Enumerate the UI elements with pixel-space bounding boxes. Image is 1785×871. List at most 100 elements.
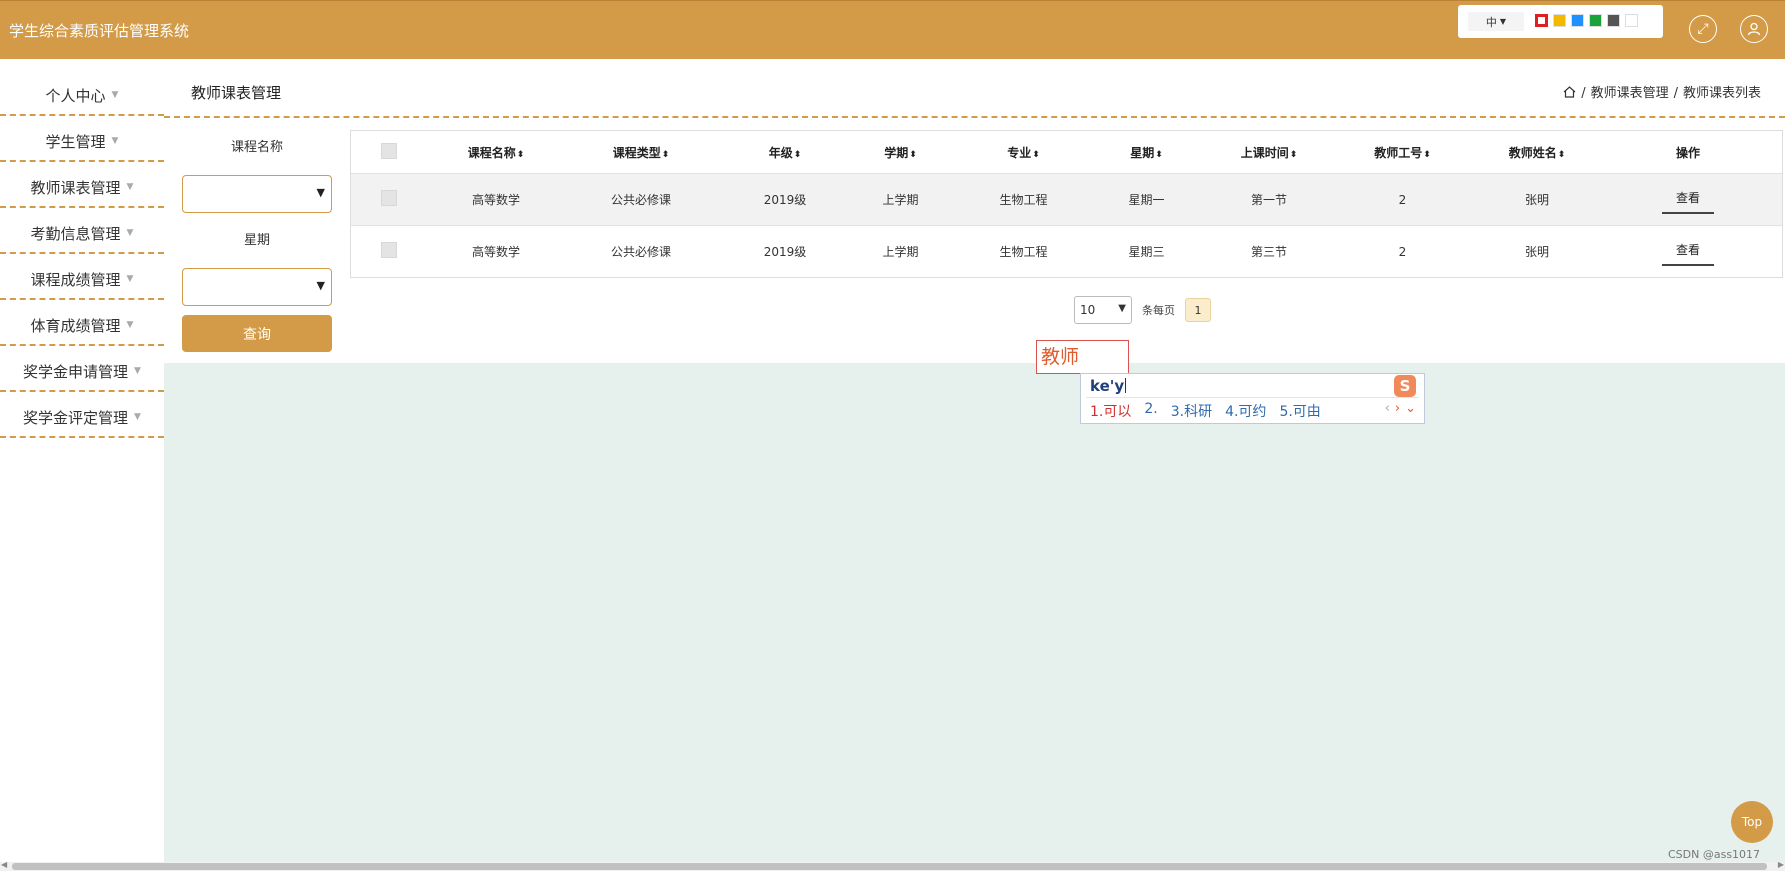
scrollbar-thumb[interactable] [12, 863, 1767, 870]
ime-candidate[interactable]: 1.可以 [1090, 401, 1131, 421]
scroll-left-icon[interactable]: ◀ [1, 860, 7, 869]
content-background [164, 363, 1785, 863]
caret-down-icon: ▼ [1499, 17, 1507, 26]
breadcrumb-separator: / [1673, 86, 1678, 101]
ime-candidate-window: ke'y S 1.可以 2. 3.科研 4.可约 5.可由 ‹ › ⌄ [1080, 373, 1425, 424]
caret-down-icon: ▼ [111, 136, 119, 146]
cell-grade: 2019级 [763, 245, 807, 259]
breadcrumb-item-current: 教师课表列表 [1682, 86, 1761, 101]
cell-course: 高等数学 [471, 193, 520, 207]
sort-icon: ⬍ [1032, 149, 1040, 160]
app-title: 学生综合素质评估管理系统 [9, 22, 190, 40]
sidebar-item-student-management[interactable]: 学生管理 ▼ [0, 118, 164, 162]
theme-swatch-yellow[interactable] [1553, 14, 1566, 27]
column-header[interactable]: 课程类型⬍ [566, 144, 716, 161]
page-size-select[interactable]: 10 ▼ [1074, 296, 1132, 324]
sidebar-item-scholarship-evaluate[interactable]: 奖学金评定管理 ▼ [0, 394, 164, 438]
ime-candidate[interactable]: 3.科研 [1171, 401, 1212, 421]
cell-term: 上学期 [882, 193, 919, 207]
query-button[interactable]: 查询 [182, 315, 332, 352]
sidebar-item-teacher-schedule[interactable]: 教师课表管理 ▼ [0, 164, 164, 208]
sort-icon: ⬍ [1155, 149, 1163, 160]
select-all-cell [351, 142, 426, 162]
theme-swatch-white[interactable] [1625, 14, 1638, 27]
per-page-label: 条每页 [1142, 304, 1175, 317]
back-to-top-button[interactable]: Top [1731, 801, 1773, 843]
sidebar-item-attendance[interactable]: 考勤信息管理 ▼ [0, 210, 164, 254]
language-select[interactable]: 中 ▼ [1468, 12, 1524, 31]
theme-swatch-green[interactable] [1589, 14, 1602, 27]
language-value: 中 [1485, 15, 1497, 29]
user-button[interactable] [1740, 15, 1768, 43]
sidebar-item-course-grades[interactable]: 课程成绩管理 ▼ [0, 256, 164, 300]
scroll-right-icon[interactable]: ▶ [1778, 860, 1784, 869]
column-header[interactable]: 教师工号⬍ [1345, 144, 1460, 161]
chevron-down-icon[interactable]: ⌄ [1405, 401, 1416, 416]
expand-icon: ⤢ [1697, 21, 1709, 37]
caret-down-icon: ▼ [126, 228, 134, 238]
sogou-logo-icon: S [1394, 375, 1416, 397]
theme-swatches [1535, 14, 1638, 27]
theme-swatch-gray[interactable] [1607, 14, 1620, 27]
view-button[interactable]: 查看 [1661, 237, 1714, 266]
select-all-checkbox[interactable] [380, 142, 397, 159]
theme-swatch-red[interactable] [1535, 14, 1548, 27]
row-checkbox[interactable] [380, 242, 397, 258]
ime-candidate[interactable]: 4.可约 [1225, 401, 1266, 421]
table-row: 高等数学 公共必修课 2019级 上学期 生物工程 星期一 第一节 2 张明 查… [351, 174, 1782, 226]
sidebar-item-pe-grades[interactable]: 体育成绩管理 ▼ [0, 302, 164, 346]
horizontal-scrollbar[interactable]: ◀ ▶ [0, 860, 1785, 871]
caret-down-icon: ▼ [126, 274, 134, 284]
sort-icon: ⬍ [516, 149, 525, 160]
column-header[interactable]: 学期⬍ [854, 144, 947, 161]
sidebar-item-scholarship-apply[interactable]: 奖学金申请管理 ▼ [0, 348, 164, 392]
column-header[interactable]: 年级⬍ [716, 144, 854, 161]
cell-major: 生物工程 [999, 245, 1048, 259]
cell-type: 公共必修课 [610, 245, 671, 259]
cell-time: 第三节 [1250, 245, 1287, 259]
sort-icon: ⬍ [1423, 149, 1431, 160]
caret-down-icon: ▼ [126, 320, 134, 330]
view-button[interactable]: 查看 [1661, 185, 1714, 214]
pagination: 10 ▼ 条每页 1 [1074, 296, 1211, 324]
caret-down-icon: ▼ [134, 366, 141, 376]
column-header[interactable]: 上课时间⬍ [1193, 144, 1345, 161]
caret-down-icon: ▼ [111, 90, 119, 100]
theme-swatch-blue[interactable] [1571, 14, 1584, 27]
course-name-select[interactable]: ▼ [182, 175, 332, 213]
cell-teacher-no: 2 [1398, 192, 1407, 207]
chevron-left-icon[interactable]: ‹ [1385, 401, 1390, 416]
ime-nav: ‹ › ⌄ [1385, 401, 1416, 416]
cell-major: 生物工程 [999, 193, 1048, 207]
user-icon [1747, 22, 1761, 36]
cell-time: 第一节 [1250, 193, 1287, 207]
sidebar: 个人中心 ▼ 学生管理 ▼ 教师课表管理 ▼ 考勤信息管理 ▼ 课程成绩管理 ▼ 体育成绩… [0, 72, 164, 440]
weekday-select[interactable]: ▼ [182, 268, 332, 306]
theme-panel: 中 ▼ [1458, 5, 1663, 38]
sidebar-item-personal-center[interactable]: 个人中心 ▼ [0, 72, 164, 116]
column-header[interactable]: 课程名称⬍ [426, 144, 566, 161]
caret-down-icon: ▼ [126, 182, 134, 192]
sort-icon: ⬍ [909, 149, 917, 160]
schedule-table: 课程名称⬍ 课程类型⬍ 年级⬍ 学期⬍ 专业⬍ 星期⬍ 上课时间⬍ 教师工号⬍ … [350, 130, 1783, 278]
cell-type: 公共必修课 [610, 193, 671, 207]
column-header[interactable]: 星期⬍ [1100, 144, 1193, 161]
fullscreen-button[interactable]: ⤢ [1689, 15, 1717, 43]
cell-teacher-name: 张明 [1524, 245, 1549, 259]
column-header[interactable]: 教师姓名⬍ [1460, 144, 1614, 161]
table-row: 高等数学 公共必修课 2019级 上学期 生物工程 星期三 第三节 2 张明 查… [351, 226, 1782, 277]
home-icon[interactable] [1563, 86, 1576, 98]
ime-composition-field[interactable]: 教师 [1036, 340, 1129, 374]
caret-down-icon: ▼ [134, 412, 141, 422]
row-checkbox[interactable] [380, 190, 397, 206]
ime-candidate[interactable]: 5.可由 [1279, 401, 1320, 421]
ime-input-text: ke'y [1090, 377, 1125, 395]
chevron-down-icon: ▼ [316, 279, 325, 292]
breadcrumb-item[interactable]: 教师课表管理 [1591, 86, 1669, 101]
chevron-right-icon[interactable]: › [1395, 401, 1400, 416]
chevron-down-icon: ▼ [1118, 303, 1126, 314]
column-header[interactable]: 专业⬍ [947, 144, 1100, 161]
cell-grade: 2019级 [763, 193, 807, 207]
ime-candidate[interactable]: 2. [1144, 401, 1157, 421]
page-number-current[interactable]: 1 [1185, 298, 1211, 322]
